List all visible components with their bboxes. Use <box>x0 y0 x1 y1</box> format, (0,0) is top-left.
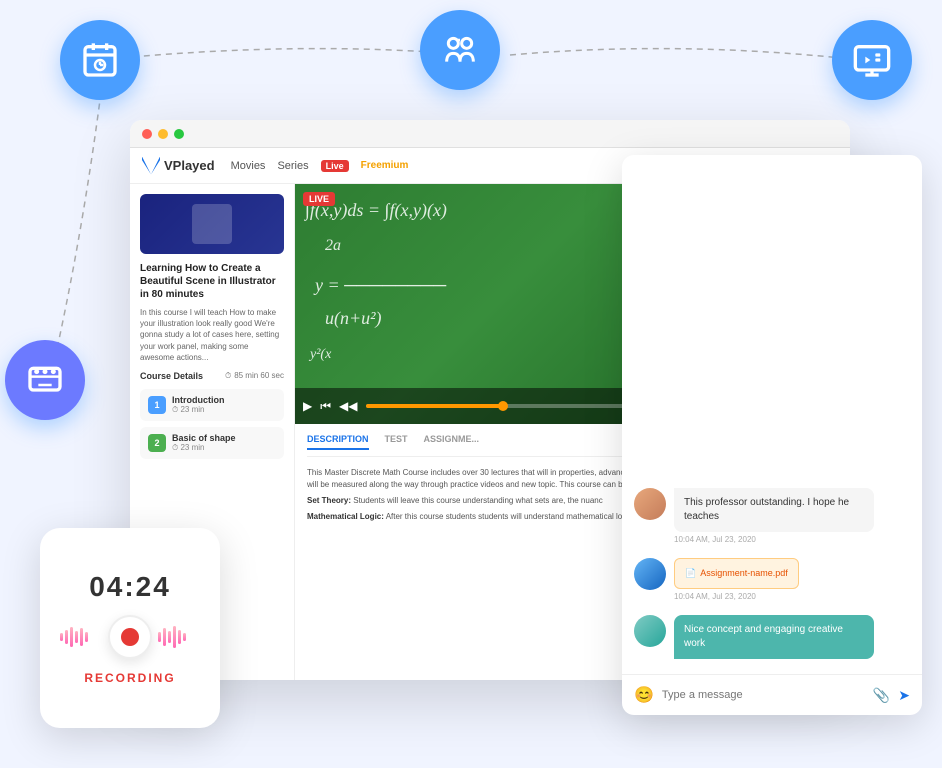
wave-bar <box>70 627 73 647</box>
wave-bar <box>65 630 68 644</box>
course-thumbnail <box>140 194 284 254</box>
chat-avatar-1 <box>634 488 666 520</box>
play-btn[interactable]: ▶ <box>303 399 312 413</box>
chat-input-area: 😊 📎 ➤ <box>622 674 922 715</box>
lesson-title-2: Basic of shape <box>172 433 276 443</box>
chat-message-2: 📄 Assignment-name.pdf 10:04 AM, Jul 23, … <box>634 558 910 601</box>
wave-bar <box>163 628 166 646</box>
recording-widget: 04:24 RECORDING <box>40 528 220 728</box>
math-formulas: ∫f(x,y)ds = ∫f(x,y)(x) 2a y = ──────── u… <box>305 194 650 384</box>
wave-bar <box>80 628 83 646</box>
lesson-info-2: Basic of shape ⏱ 23 min <box>172 433 276 453</box>
progress-fill <box>366 404 503 408</box>
course-details-header: Course Details ⏱ 85 min 60 sec <box>140 371 284 381</box>
chat-panel: This professor outstanding. I hope he te… <box>622 155 922 715</box>
attach-btn[interactable]: 📎 <box>873 687 890 704</box>
course-description: In this course I will teach How to make … <box>140 307 284 363</box>
attachment-bubble[interactable]: 📄 Assignment-name.pdf <box>674 558 799 589</box>
wave-bar <box>85 632 88 642</box>
record-button[interactable] <box>108 615 152 659</box>
recording-time: 04:24 <box>89 571 171 603</box>
online-education-icon-float <box>832 20 912 100</box>
chat-messages: This professor outstanding. I hope he te… <box>622 155 922 674</box>
recording-label: RECORDING <box>84 671 175 685</box>
course-details-label: Course Details <box>140 371 203 381</box>
course-title: Learning How to Create a Beautiful Scene… <box>140 262 284 301</box>
chat-message-1: This professor outstanding. I hope he te… <box>634 488 910 544</box>
waveform-left <box>60 622 102 652</box>
live-badge: LIVE <box>303 192 335 206</box>
browser-titlebar <box>130 120 850 148</box>
send-btn[interactable]: ➤ <box>898 687 910 704</box>
logo-icon <box>142 157 160 175</box>
chat-bubble-3: Nice concept and engaging creative work <box>674 615 910 662</box>
rewind-btn[interactable]: ◀◀ <box>339 399 357 413</box>
nav-movies[interactable]: Movies <box>231 160 266 172</box>
schedule-icon-float <box>60 20 140 100</box>
nav-freemium[interactable]: Freemium <box>361 160 409 172</box>
minimize-window-btn[interactable] <box>158 129 168 139</box>
lesson-num-1: 1 <box>148 396 166 414</box>
chat-time-2: 10:04 AM, Jul 23, 2020 <box>674 592 910 601</box>
bubble-text-1: This professor outstanding. I hope he te… <box>674 488 874 532</box>
wave-bar <box>60 633 63 641</box>
progress-dot <box>498 401 508 411</box>
tab-test[interactable]: TEST <box>385 434 408 450</box>
tab-description[interactable]: DESCRIPTION <box>307 434 369 450</box>
lesson-title-1: Introduction <box>172 395 276 405</box>
chat-avatar-3 <box>634 615 666 647</box>
vplayed-logo: VPlayed <box>142 157 215 175</box>
thumb-placeholder <box>192 204 232 244</box>
skip-back-btn[interactable]: ⏮ <box>320 399 331 414</box>
maximize-window-btn[interactable] <box>174 129 184 139</box>
wave-bar <box>183 633 186 641</box>
nav-live[interactable]: Live <box>321 160 349 172</box>
bubble-text-3: Nice concept and engaging creative work <box>674 615 874 659</box>
waveform-right <box>158 622 200 652</box>
nav-series[interactable]: Series <box>277 160 308 172</box>
chat-bubble-2: 📄 Assignment-name.pdf 10:04 AM, Jul 23, … <box>674 558 910 601</box>
wave-bar <box>158 632 161 642</box>
wave-bar <box>178 630 181 644</box>
learning-icon-float <box>5 340 85 420</box>
lesson-duration-1: ⏱ 23 min <box>172 405 276 415</box>
chat-time-1: 10:04 AM, Jul 23, 2020 <box>674 535 910 544</box>
lesson-num-2: 2 <box>148 434 166 452</box>
waveform-container <box>60 615 200 659</box>
record-dot <box>121 628 139 646</box>
wave-bar <box>168 631 171 643</box>
lesson-duration-2: ⏱ 23 min <box>172 443 276 453</box>
chat-message-3: Nice concept and engaging creative work <box>634 615 910 662</box>
tab-assignment[interactable]: ASSIGNME... <box>424 434 480 450</box>
chat-avatar-2 <box>634 558 666 590</box>
lesson-info-1: Introduction ⏱ 23 min <box>172 395 276 415</box>
lesson-item-2[interactable]: 2 Basic of shape ⏱ 23 min <box>140 427 284 459</box>
nav-links: Movies Series Live Freemium <box>231 160 409 172</box>
course-time: ⏱ 85 min 60 sec <box>225 371 284 381</box>
wave-bar <box>75 631 78 643</box>
users-exchange-icon-float <box>420 10 500 90</box>
logo-text: VPlayed <box>164 158 215 173</box>
emoji-btn[interactable]: 😊 <box>634 685 654 705</box>
chat-bubble-1: This professor outstanding. I hope he te… <box>674 488 910 544</box>
chat-input[interactable] <box>662 689 865 701</box>
wave-bar <box>173 626 176 648</box>
lesson-item-1[interactable]: 1 Introduction ⏱ 23 min <box>140 389 284 421</box>
close-window-btn[interactable] <box>142 129 152 139</box>
